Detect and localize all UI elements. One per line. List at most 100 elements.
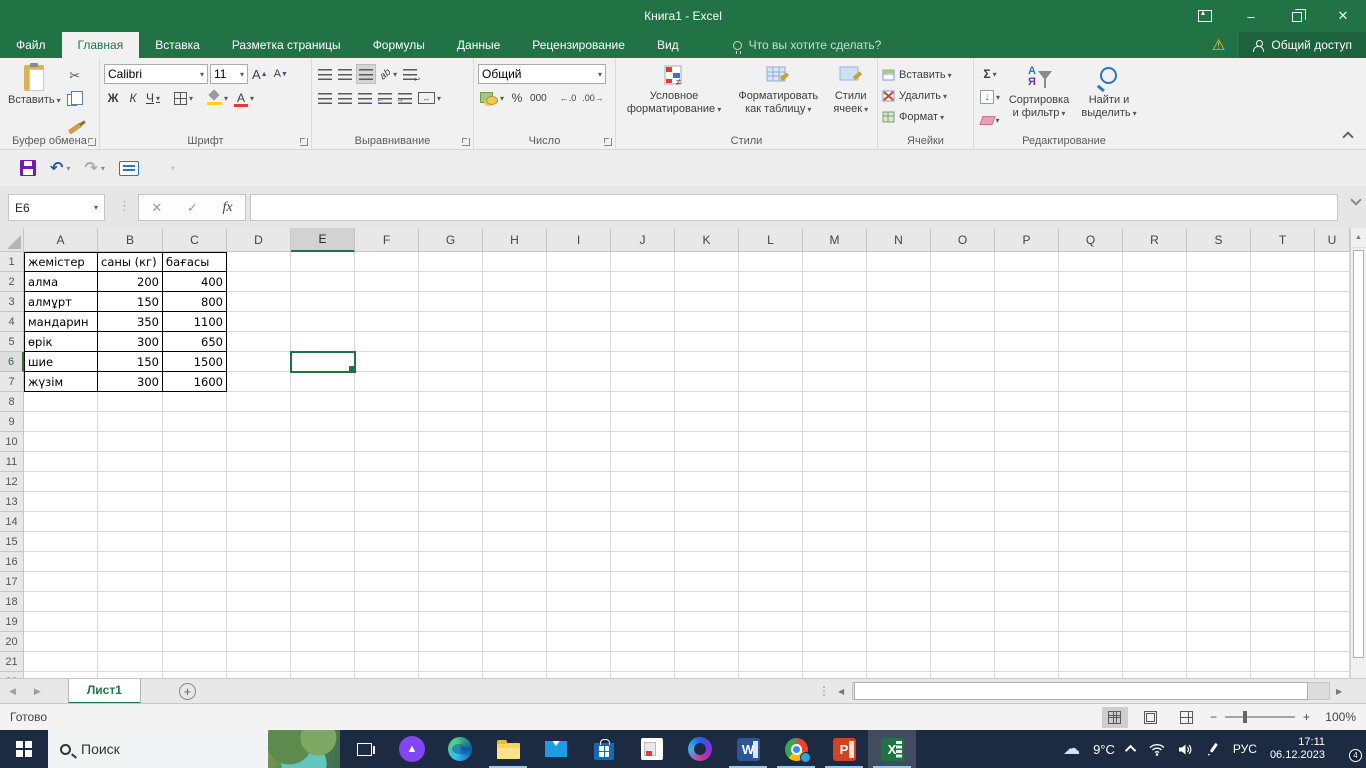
cell-R2[interactable] (1123, 272, 1187, 292)
cell-O14[interactable] (931, 512, 995, 532)
previous-sheet-icon[interactable]: ◀ (0, 686, 25, 697)
cell-M15[interactable] (803, 532, 867, 552)
bold-button[interactable]: Ж (104, 88, 122, 108)
cell-U3[interactable] (1315, 292, 1350, 312)
cell-T10[interactable] (1251, 432, 1315, 452)
cell-A12[interactable] (24, 472, 98, 492)
cell-T17[interactable] (1251, 572, 1315, 592)
cell-D14[interactable] (227, 512, 291, 532)
cell-L19[interactable] (739, 612, 803, 632)
cell-R5[interactable] (1123, 332, 1187, 352)
photos-button[interactable] (628, 730, 676, 768)
column-header-O[interactable]: O (931, 228, 995, 252)
percent-button[interactable]: % (508, 88, 526, 108)
cell-K14[interactable] (675, 512, 739, 532)
cell-D7[interactable] (227, 372, 291, 392)
cell-P7[interactable] (995, 372, 1059, 392)
cell-T11[interactable] (1251, 452, 1315, 472)
row-header-3[interactable]: 3 (0, 292, 24, 312)
cell-A13[interactable] (24, 492, 98, 512)
cell-E15[interactable] (291, 532, 355, 552)
cell-U7[interactable] (1315, 372, 1350, 392)
cell-E3[interactable] (291, 292, 355, 312)
cut-icon[interactable]: ✂ (65, 66, 85, 86)
cell-K15[interactable] (675, 532, 739, 552)
cell-T1[interactable] (1251, 252, 1315, 272)
cell-H1[interactable] (483, 252, 547, 272)
cell-F16[interactable] (355, 552, 419, 572)
cell-F7[interactable] (355, 372, 419, 392)
cell-O4[interactable] (931, 312, 995, 332)
cell-C10[interactable] (163, 432, 227, 452)
excel-taskbar-button[interactable]: X (868, 730, 916, 768)
align-middle-button[interactable] (336, 64, 354, 84)
cell-C20[interactable] (163, 632, 227, 652)
cell-S7[interactable] (1187, 372, 1251, 392)
cell-S5[interactable] (1187, 332, 1251, 352)
conditional-formatting-button[interactable]: ≠ Условное форматирование (620, 62, 728, 119)
cell-O20[interactable] (931, 632, 995, 652)
cell-K16[interactable] (675, 552, 739, 572)
cell-K19[interactable] (675, 612, 739, 632)
fill-color-button[interactable] (205, 88, 230, 108)
cell-H7[interactable] (483, 372, 547, 392)
cell-R12[interactable] (1123, 472, 1187, 492)
cell-B16[interactable] (98, 552, 163, 572)
cell-S14[interactable] (1187, 512, 1251, 532)
cell-S11[interactable] (1187, 452, 1251, 472)
cell-R6[interactable] (1123, 352, 1187, 372)
cell-G10[interactable] (419, 432, 483, 452)
cell-H12[interactable] (483, 472, 547, 492)
merge-center-button[interactable]: ↔ (416, 88, 443, 108)
cell-Q19[interactable] (1059, 612, 1123, 632)
cell-G7[interactable] (419, 372, 483, 392)
cell-S13[interactable] (1187, 492, 1251, 512)
cell-I7[interactable] (547, 372, 611, 392)
format-as-table-button[interactable]: Форматировать как таблицу (728, 62, 828, 119)
cell-H4[interactable] (483, 312, 547, 332)
cell-B12[interactable] (98, 472, 163, 492)
cell-B2[interactable]: 200 (98, 272, 163, 292)
column-header-K[interactable]: K (675, 228, 739, 252)
row-header-11[interactable]: 11 (0, 452, 24, 472)
file-explorer-button[interactable] (484, 730, 532, 768)
cell-O18[interactable] (931, 592, 995, 612)
column-header-N[interactable]: N (867, 228, 931, 252)
cell-A10[interactable] (24, 432, 98, 452)
column-header-T[interactable]: T (1251, 228, 1315, 252)
cell-H11[interactable] (483, 452, 547, 472)
cell-T2[interactable] (1251, 272, 1315, 292)
cell-L12[interactable] (739, 472, 803, 492)
cell-T7[interactable] (1251, 372, 1315, 392)
cell-M7[interactable] (803, 372, 867, 392)
autosum-button[interactable]: Σ (978, 64, 1002, 84)
cell-Q1[interactable] (1059, 252, 1123, 272)
cell-E6[interactable] (290, 351, 356, 373)
cell-O7[interactable] (931, 372, 995, 392)
cell-H18[interactable] (483, 592, 547, 612)
temperature[interactable]: 9°C (1093, 742, 1115, 757)
cell-C14[interactable] (163, 512, 227, 532)
cell-R3[interactable] (1123, 292, 1187, 312)
cell-U9[interactable] (1315, 412, 1350, 432)
cell-Q4[interactable] (1059, 312, 1123, 332)
cell-R8[interactable] (1123, 392, 1187, 412)
cell-K13[interactable] (675, 492, 739, 512)
cell-B14[interactable] (98, 512, 163, 532)
zoom-slider[interactable] (1224, 711, 1295, 723)
cell-S4[interactable] (1187, 312, 1251, 332)
restore-button[interactable] (1274, 0, 1320, 32)
row-header-4[interactable]: 4 (0, 312, 24, 332)
cell-D11[interactable] (227, 452, 291, 472)
cell-G5[interactable] (419, 332, 483, 352)
align-left-button[interactable] (316, 88, 334, 108)
cell-A16[interactable] (24, 552, 98, 572)
cell-I13[interactable] (547, 492, 611, 512)
cell-C16[interactable] (163, 552, 227, 572)
cell-S16[interactable] (1187, 552, 1251, 572)
cell-T9[interactable] (1251, 412, 1315, 432)
cell-P3[interactable] (995, 292, 1059, 312)
cell-C1[interactable]: бағасы (163, 252, 227, 272)
cell-A14[interactable] (24, 512, 98, 532)
cell-N1[interactable] (867, 252, 931, 272)
